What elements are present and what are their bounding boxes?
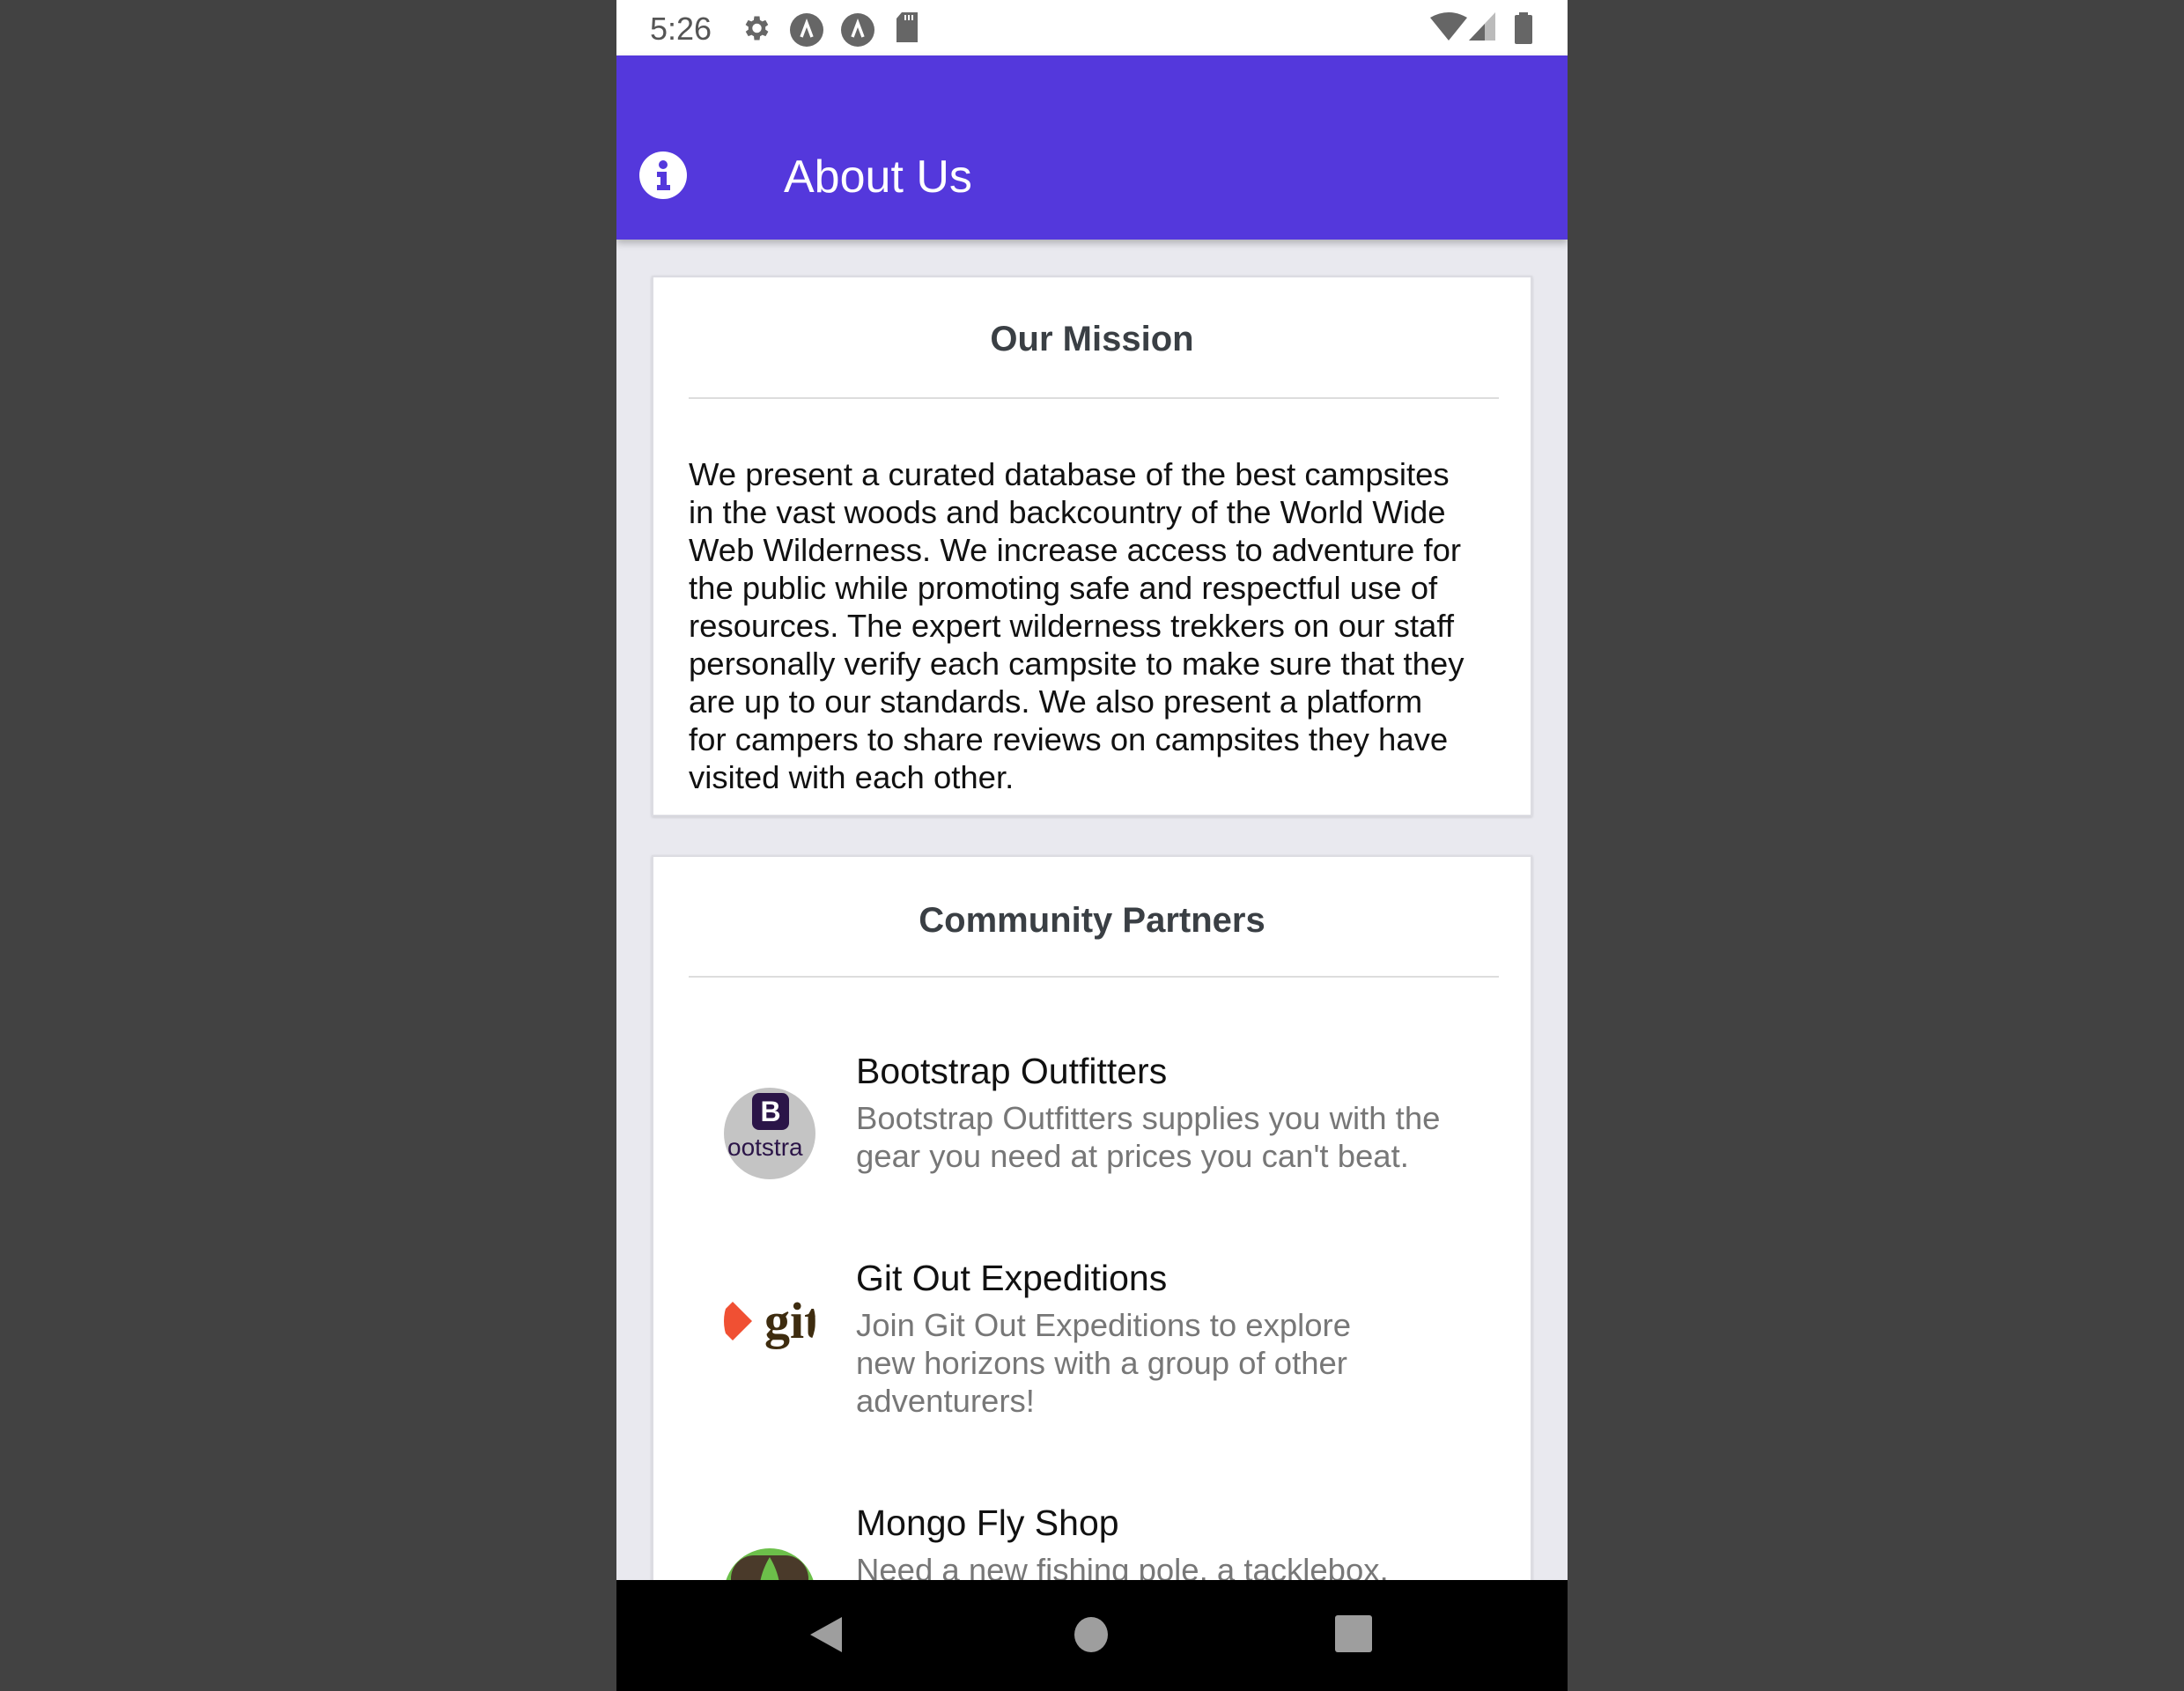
divider bbox=[689, 976, 1499, 978]
info-icon[interactable] bbox=[639, 151, 687, 199]
signal-icon bbox=[1469, 12, 1495, 41]
app-bar: About Us bbox=[616, 55, 1568, 240]
back-icon[interactable] bbox=[808, 1615, 844, 1654]
git-logo: git bbox=[724, 1275, 815, 1367]
status-bar: 5:26 bbox=[616, 0, 1568, 55]
mission-title: Our Mission bbox=[990, 320, 1194, 358]
app-notification-icon bbox=[841, 13, 874, 47]
battery-icon bbox=[1515, 12, 1532, 44]
divider bbox=[689, 397, 1499, 399]
mission-text: We present a curated database of the bes… bbox=[689, 456, 1465, 795]
page-title: About Us bbox=[784, 151, 972, 203]
partner-name: Git Out Expeditions bbox=[856, 1258, 1168, 1298]
scroll-content[interactable]: Our Mission We present a curated databas… bbox=[616, 240, 1568, 1580]
app-notification-icon bbox=[790, 13, 823, 47]
partners-title: Community Partners bbox=[919, 901, 1265, 940]
home-icon[interactable] bbox=[1074, 1617, 1108, 1652]
partners-card: Community Partners B ootstra Bootstrap O… bbox=[652, 855, 1532, 1580]
mission-card: Our Mission We present a curated databas… bbox=[652, 276, 1532, 816]
phone-screen: 5:26 About Us Our Mission We present a c… bbox=[616, 0, 1568, 1691]
partner-description: Bootstrap Outfitters supplies you with t… bbox=[856, 1100, 1441, 1174]
partner-name: Bootstrap Outfitters bbox=[856, 1051, 1168, 1091]
settings-icon bbox=[745, 16, 769, 41]
partner-description: Need a new fishing pole, a tacklebox, bbox=[856, 1552, 1389, 1580]
wifi-icon bbox=[1430, 12, 1467, 41]
sd-card-icon bbox=[896, 12, 918, 42]
recents-icon[interactable] bbox=[1335, 1615, 1372, 1652]
mongo-logo bbox=[724, 1548, 815, 1580]
bootstrap-logo: B ootstra bbox=[724, 1088, 815, 1179]
partner-description: Join Git Out Expeditions to explore new h… bbox=[856, 1307, 1351, 1419]
status-time: 5:26 bbox=[650, 11, 712, 47]
partner-name: Mongo Fly Shop bbox=[856, 1503, 1119, 1543]
navigation-bar bbox=[616, 1580, 1568, 1691]
